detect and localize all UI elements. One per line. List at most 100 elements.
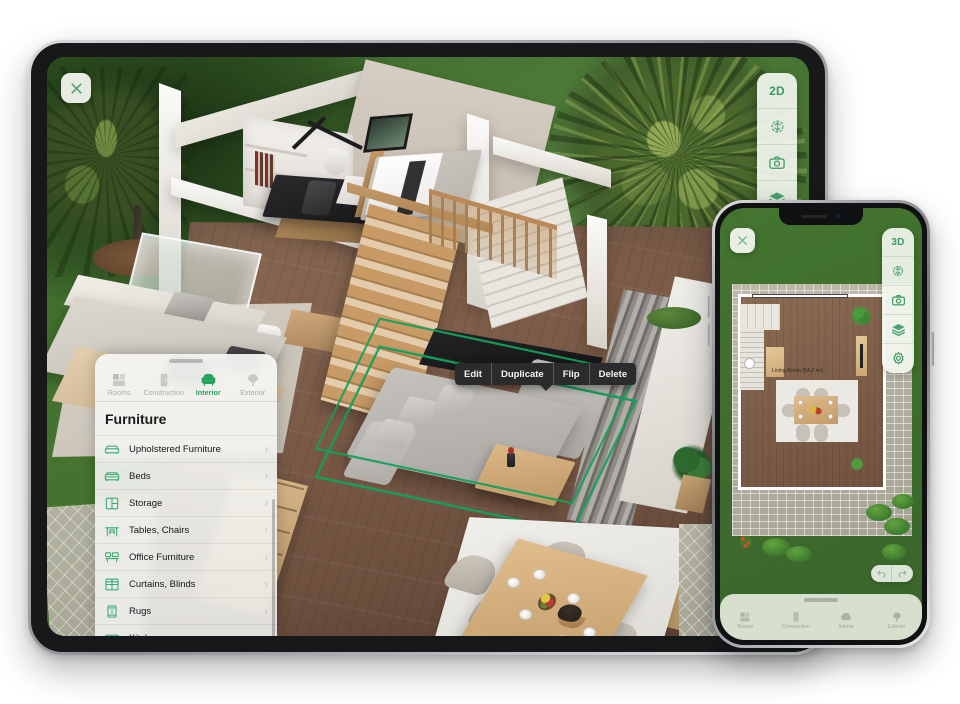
catalog-item-label: Curtains, Blinds [129,578,196,590]
tree-icon [247,374,258,386]
place-setting [583,627,596,636]
sidebar-tab-rooms[interactable]: Rooms [97,365,142,397]
phone-screen: Living Room (54,2 m²) 3D Rooms Construct… [720,208,922,640]
plan-house-floor [738,294,886,490]
phone-view-toolbar[interactable]: 3D [882,228,914,373]
plan-plate [828,414,833,419]
volume-down-button[interactable] [708,324,711,346]
catalog-item-label: Rugs [129,605,152,617]
tablet-bezel: 2D Edit Duplicate Flip Delete Rooms Cons… [31,43,825,652]
object-context-menu[interactable]: Edit Duplicate Flip Delete [455,363,637,391]
camera-button[interactable] [757,145,797,181]
chevron-right-icon: › [264,470,268,482]
catalog-item-beds[interactable]: Beds › [95,462,277,489]
phone-close-button[interactable] [730,228,755,253]
sidebar-scrollbar[interactable] [272,499,275,636]
plan-chair [814,388,828,406]
catalog-title: Furniture [105,411,167,427]
tablet-device: 2D Edit Duplicate Flip Delete Rooms Cons… [28,40,828,655]
phone-catalog-tabbar[interactable]: Rooms Construction Interior Exterior [720,594,922,640]
wall-art [362,113,414,153]
redo-arrow-icon [898,570,907,578]
camera-icon [891,294,905,305]
phone-camera-button[interactable] [882,286,914,315]
catalog-item-label: Kitchen [129,633,256,637]
plan-dining-table [794,396,838,424]
plan-plate [798,414,803,419]
table-chair-icon [105,526,119,536]
catalog-item-tables-chairs[interactable]: Tables, Chairs › [95,516,277,543]
undo-button[interactable] [871,565,892,582]
phone-tab-construction[interactable]: Construction [771,606,822,634]
plan-chair [814,424,828,442]
layers-icon [891,323,905,336]
catalog-item-upholstered-furniture[interactable]: Upholstered Furniture › [95,435,277,462]
context-menu-edit[interactable]: Edit [455,363,492,385]
catalog-item-label: Storage [129,497,163,509]
phone-tab-label: Interior [838,623,855,630]
catalog-item-storage[interactable]: Storage › [95,489,277,516]
phone-tabs[interactable]: Rooms Construction Interior Exterior [720,606,922,634]
sidebar-tab-interior[interactable]: Interior [186,365,231,397]
move-target-icon [771,120,783,133]
plan-plant [848,304,874,328]
sidebar-tab-label: Exterior [240,390,266,397]
panel-grabber[interactable] [169,359,203,363]
earpiece-speaker [801,215,827,218]
phone-tab-interior[interactable]: Interior [821,606,872,634]
desk-icon [105,551,119,562]
close-button[interactable] [61,73,91,103]
chevron-right-icon: › [264,497,268,509]
plan-bush [866,504,892,521]
plan-chair [782,404,798,417]
phone-view-mode-3d-button[interactable]: 3D [882,228,914,257]
catalog-item-kitchen[interactable]: Kitchen › [95,624,277,636]
chevron-right-icon: › [265,633,268,637]
camera-icon [769,156,785,169]
sidebar-tab-exterior[interactable]: Exterior [231,365,276,397]
catalog-item-label: Upholstered Furniture [129,443,221,455]
cabinet-icon [105,497,119,509]
plan-wardrobe [856,336,867,376]
catalog-item-rugs[interactable]: Rugs › [95,597,277,624]
phone-tab-rooms[interactable]: Rooms [720,606,771,634]
phone-move-tool-button[interactable] [882,257,914,286]
sidebar-tab-construction[interactable]: Construction [142,365,187,397]
phone-bezel: Living Room (54,2 m²) 3D Rooms Construct… [715,203,927,645]
plan-plant-small [848,456,866,472]
view-mode-2d-button[interactable]: 2D [757,73,797,109]
catalog-item-office-furniture[interactable]: Office Furniture › [95,543,277,570]
screenshot-canvas: 2D Edit Duplicate Flip Delete Rooms Cons… [0,0,960,704]
move-tool-button[interactable] [757,109,797,145]
place-setting [507,577,520,588]
catalog-item-curtains-blinds[interactable]: Curtains, Blinds › [95,570,277,597]
catalog-item-list[interactable]: Upholstered Furniture › Beds › Storage ›… [95,435,277,636]
phone-view-mode-label: 3D [891,236,905,248]
phone-panel-grabber[interactable] [804,598,838,602]
place-setting [567,593,580,604]
phone-settings-button[interactable] [882,344,914,373]
hedge [647,307,701,329]
sidebar-tab-label: Construction [143,390,184,397]
phone-notch [779,208,863,225]
catalog-item-label: Office Furniture [129,551,195,563]
front-camera [836,214,841,219]
volume-up-button[interactable] [708,296,711,318]
redo-button[interactable] [892,565,913,582]
catalog-category-tabs[interactable]: Rooms Construction Interior Exterior [95,365,277,401]
context-menu-duplicate[interactable]: Duplicate [492,363,554,385]
context-menu-delete[interactable]: Delete [590,363,637,385]
phone-history-controls[interactable] [871,565,913,582]
plan-bush [884,518,910,535]
catalog-sidebar-panel[interactable]: Rooms Construction Interior Exterior Fur… [95,354,277,636]
plan-door [766,347,784,377]
phone-tab-exterior[interactable]: Exterior [872,606,923,634]
power-button[interactable] [931,332,934,366]
window-icon [105,578,119,590]
plan-kitchen [740,304,780,330]
wall-right [587,214,607,350]
view-mode-label: 2D [769,83,785,98]
plan-bush [892,494,914,509]
context-menu-flip[interactable]: Flip [554,363,590,385]
phone-layers-button[interactable] [882,315,914,344]
